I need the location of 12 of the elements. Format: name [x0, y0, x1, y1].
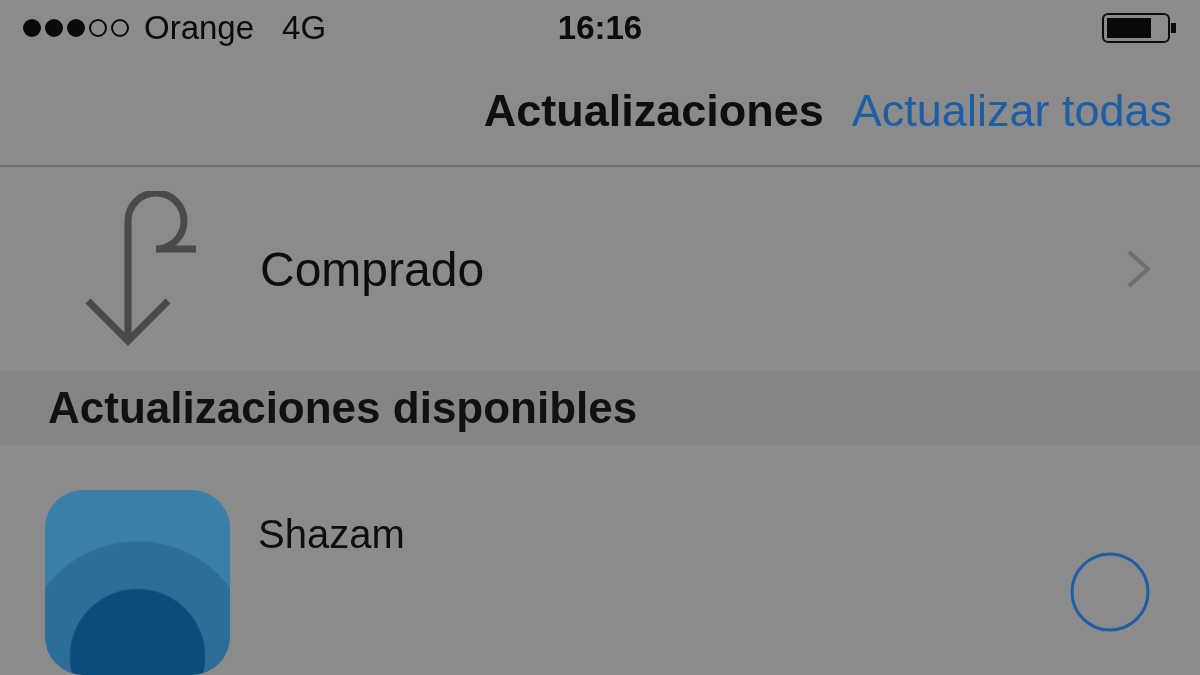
download-progress-icon[interactable]: [1068, 550, 1152, 634]
app-name: Shazam: [258, 512, 406, 557]
purchased-row[interactable]: Comprado: [0, 167, 1200, 371]
chevron-right-icon: [1126, 249, 1152, 289]
signal-strength-icon: [22, 17, 132, 40]
carrier-name: Orange: [144, 9, 255, 48]
network-type: 4G: [282, 9, 327, 48]
clock-time: 16:16: [556, 9, 644, 48]
section-title: Actualizaciones disponibles: [48, 382, 638, 433]
battery-icon: [1102, 13, 1178, 44]
page-title: Actualizaciones: [483, 84, 824, 137]
app-icon: [45, 490, 230, 675]
